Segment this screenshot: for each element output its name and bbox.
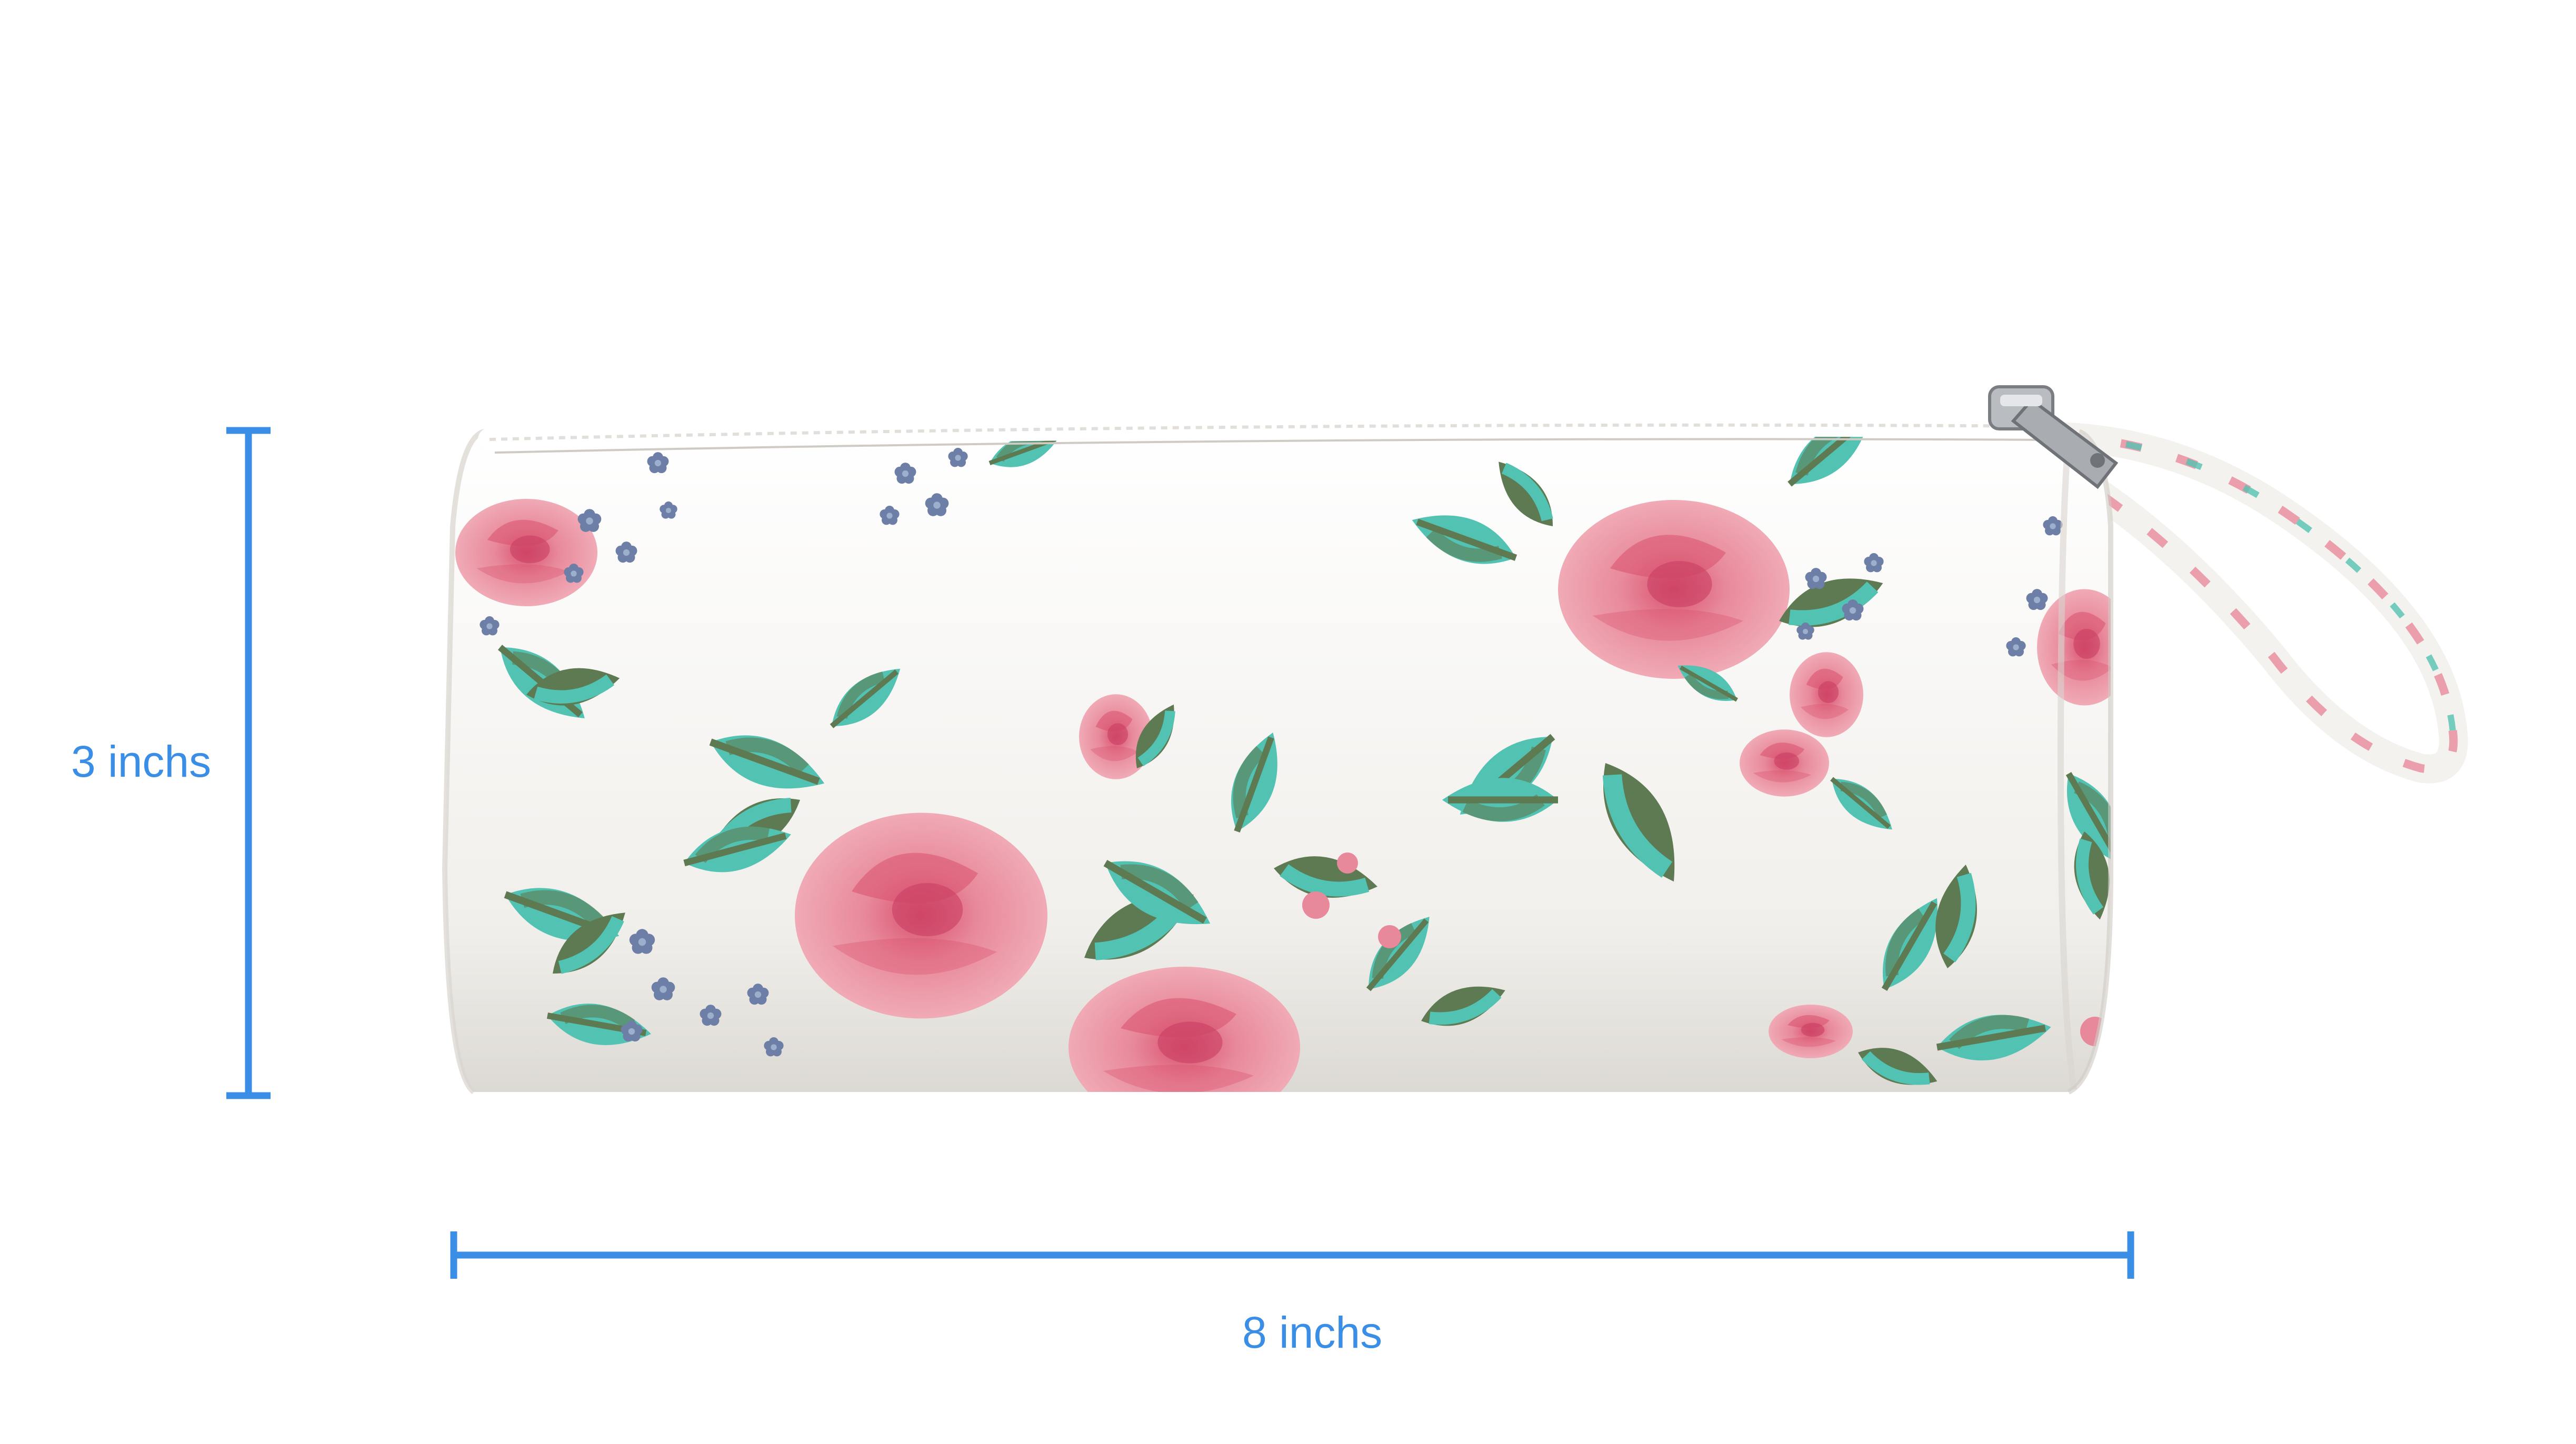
pouch-body xyxy=(445,432,2111,1092)
product-dimension-image: 3 inchs 8 inchs xyxy=(0,0,2576,1441)
height-dimension-line xyxy=(226,427,271,1099)
pouch-illustration xyxy=(226,385,2468,1279)
width-label: 8 inchs xyxy=(1242,1308,1383,1357)
height-label: 3 inchs xyxy=(71,737,212,786)
width-dimension-line xyxy=(450,1231,2134,1279)
